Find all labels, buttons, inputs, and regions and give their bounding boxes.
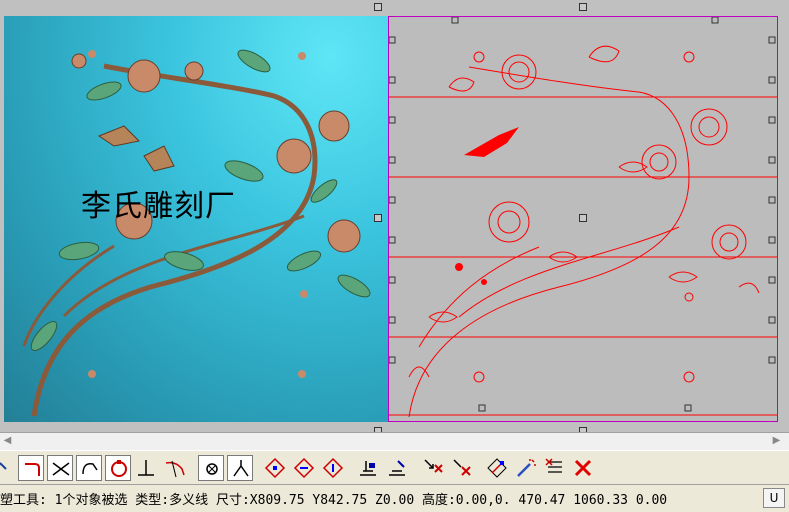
angle-icon[interactable] [227,455,253,481]
align-bottom-right-icon[interactable] [384,455,410,481]
node-edit-icon[interactable] [0,455,16,481]
diamond-node-b-icon[interactable] [291,455,317,481]
diamond-node-a-icon[interactable] [262,455,288,481]
cut-cross-icon[interactable] [47,455,73,481]
wand-icon[interactable] [513,455,539,481]
fillet-icon[interactable] [18,455,44,481]
transform-nodes-icon[interactable] [484,455,510,481]
edit-toolbar [0,450,789,484]
align-bottom-icon[interactable] [355,455,381,481]
relief-title: 李氏雕刻厂 [81,189,236,224]
perpendicular-icon[interactable] [133,455,159,481]
arc-icon[interactable] [76,455,102,481]
drawing-viewport[interactable]: 李氏雕刻厂 [0,0,789,432]
scroll-left-icon[interactable]: ◀ [1,435,14,447]
delete-icon[interactable] [570,455,596,481]
scroll-right-icon[interactable]: ▶ [770,435,783,447]
trim-curve-icon[interactable] [162,455,188,481]
status-bar: 塑工具: 1个对象被选 类型:多义线 尺寸:X809.75 Y842.75 Z0… [0,484,789,512]
unit-indicator[interactable]: U [763,488,785,508]
point-icon[interactable] [198,455,224,481]
diamond-node-c-icon[interactable] [320,455,346,481]
selection-handle[interactable] [579,214,587,222]
select-cross-icon[interactable] [449,455,475,481]
status-text: 塑工具: 1个对象被选 类型:多义线 尺寸:X809.75 Y842.75 Z0… [0,493,668,508]
selection-handle[interactable] [374,3,382,11]
circle-node-icon[interactable] [105,455,131,481]
horizontal-scrollbar[interactable]: ◀ ▶ [0,432,789,450]
selection-handle[interactable] [374,214,382,222]
select-delete-icon[interactable] [420,455,446,481]
relief-preview[interactable]: 李氏雕刻厂 [4,16,388,422]
list-edit-icon[interactable] [542,455,568,481]
selection-handle[interactable] [579,3,587,11]
